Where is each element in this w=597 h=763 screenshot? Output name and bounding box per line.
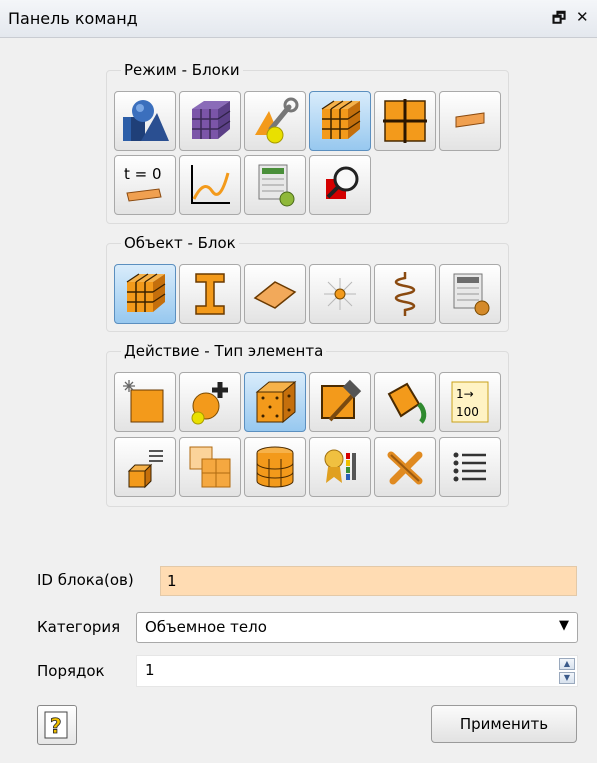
object-block-button[interactable] <box>114 264 176 324</box>
mode-tools-button[interactable] <box>244 91 306 151</box>
chevron-down-icon: ▼ <box>559 618 569 633</box>
new-square-icon <box>123 380 164 423</box>
object-spring-button[interactable] <box>374 264 436 324</box>
initial-condition-icon: t = 0 <box>124 165 162 202</box>
analysis-settings-icon <box>258 164 295 207</box>
object-beam-button[interactable] <box>179 264 241 324</box>
table-settings-icon <box>453 273 490 316</box>
spin-down-icon[interactable]: ▼ <box>559 672 575 684</box>
renumber-bottom-text: 100 <box>456 405 479 419</box>
order-label: Порядок <box>37 662 105 680</box>
mode-geometry-button[interactable] <box>114 91 176 151</box>
graph-curve-icon <box>191 165 230 204</box>
spring-coil-icon <box>394 272 416 316</box>
object-point-button[interactable] <box>309 264 371 324</box>
block-id-label: ID блока(ов) <box>37 571 134 589</box>
object-table-settings-button[interactable] <box>439 264 501 324</box>
block-cube-icon <box>126 273 166 312</box>
action-split-button[interactable] <box>179 437 241 497</box>
spin-up-icon[interactable]: ▲ <box>559 658 575 670</box>
delete-cross-icon <box>387 451 423 485</box>
help-button[interactable]: ? <box>37 705 77 745</box>
category-label: Категория <box>37 618 121 636</box>
order-spinbox[interactable]: 1 ▲ ▼ <box>136 655 578 687</box>
spark-point-icon <box>324 278 356 310</box>
boundary-condition-icon <box>455 112 485 128</box>
action-add-button[interactable] <box>179 372 241 432</box>
split-grid-icon <box>189 446 231 488</box>
list-cube-icon <box>127 450 163 489</box>
close-panel-icon[interactable]: ✕ <box>576 8 589 26</box>
action-list-button[interactable] <box>439 437 501 497</box>
list-lines-icon <box>453 452 486 482</box>
action-renumber-button[interactable]: 1→ 100 <box>439 372 501 432</box>
action-paint-button[interactable] <box>374 372 436 432</box>
action-group-label: Действие - Тип элемента <box>121 341 327 361</box>
action-list-cube-button[interactable] <box>114 437 176 497</box>
geometry-volume-icon <box>123 100 169 141</box>
mode-mesh-button[interactable] <box>179 91 241 151</box>
action-new-button[interactable] <box>114 372 176 432</box>
panel-title: Панель команд <box>8 9 138 28</box>
object-shell-button[interactable] <box>244 264 306 324</box>
add-element-icon <box>191 382 228 425</box>
mode-block-button[interactable] <box>309 91 371 151</box>
quality-ribbon-icon <box>324 449 356 483</box>
action-edit-button[interactable] <box>309 372 371 432</box>
paint-bucket-icon <box>387 382 427 424</box>
order-value: 1 <box>145 661 155 679</box>
mode-graph-button[interactable] <box>179 155 241 215</box>
mode-group-label: Режим - Блоки <box>121 60 243 80</box>
mode-zoom-button[interactable] <box>309 155 371 215</box>
action-quality-button[interactable] <box>309 437 371 497</box>
initial-condition-text: t = 0 <box>124 165 162 183</box>
block-id-input[interactable] <box>160 566 577 596</box>
mode-boundary-button[interactable] <box>439 91 501 151</box>
action-element-type-button[interactable] <box>244 372 306 432</box>
float-panel-icon[interactable]: 🗗 <box>552 8 566 33</box>
renumber-top-text: 1→ <box>456 387 474 401</box>
action-cylinder-button[interactable] <box>244 437 306 497</box>
shell-diamond-icon <box>253 281 297 309</box>
mesh-block-icon <box>192 101 231 139</box>
category-value: Объемное тело <box>145 618 267 636</box>
panel-titlebar: Панель команд 🗗 ✕ <box>0 0 597 38</box>
help-icon: ? <box>44 711 68 739</box>
action-delete-button[interactable] <box>374 437 436 497</box>
tools-wrench-icon <box>255 97 299 144</box>
mode-analysis-settings-button[interactable] <box>244 155 306 215</box>
cylinder-mesh-icon <box>256 446 294 488</box>
category-select[interactable]: Объемное тело ▼ <box>136 612 578 643</box>
block-cube-icon <box>321 100 361 139</box>
element-type-cube-icon <box>255 380 297 424</box>
hammer-edit-icon <box>321 379 362 422</box>
mode-nodes-button[interactable] <box>374 91 436 151</box>
zoom-inspect-icon <box>326 166 359 199</box>
mode-initial-condition-button[interactable]: t = 0 <box>114 155 176 215</box>
nodes-grid-icon <box>383 99 427 143</box>
renumber-icon: 1→ 100 <box>451 381 489 423</box>
apply-button[interactable]: Применить <box>431 705 577 743</box>
object-group-label: Объект - Блок <box>121 233 239 253</box>
help-glyph: ? <box>50 714 62 738</box>
beam-ibeam-icon <box>195 273 225 315</box>
